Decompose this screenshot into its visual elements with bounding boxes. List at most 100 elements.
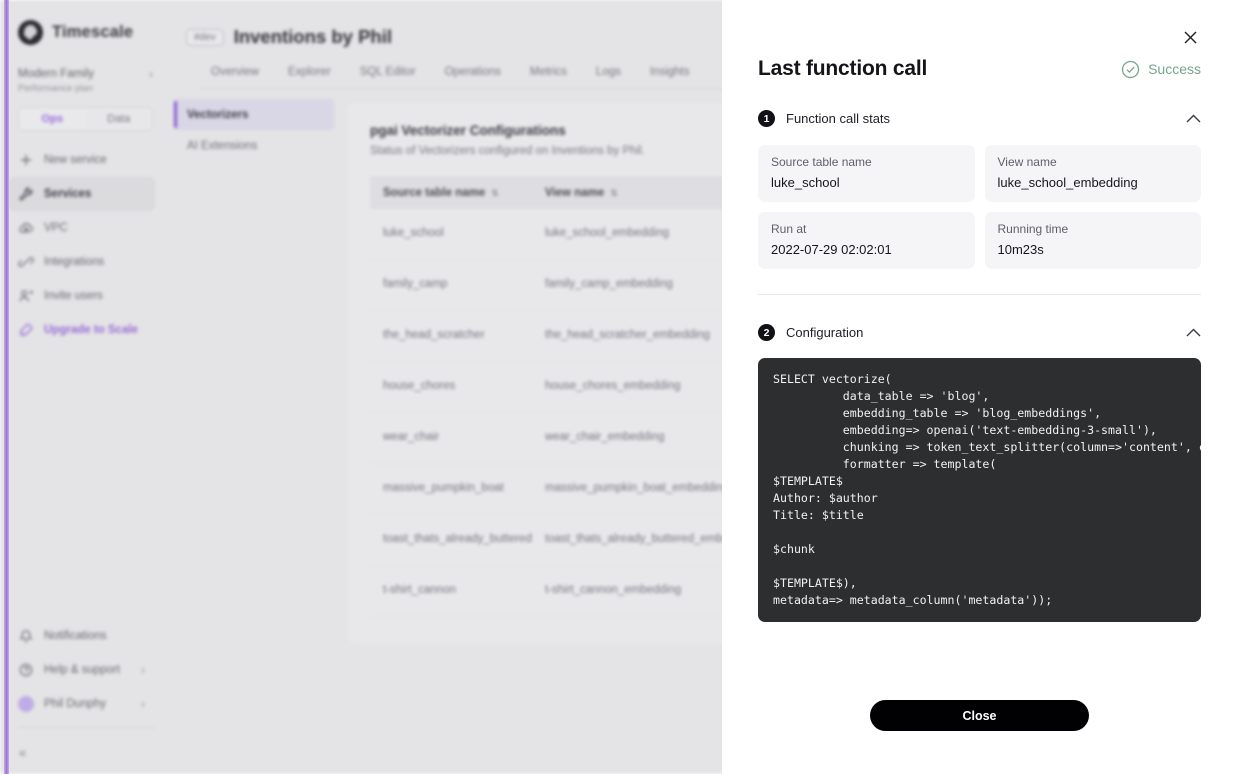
tab-sql-editor[interactable]: SQL Editor (360, 66, 416, 88)
stat-label: Run at (771, 222, 962, 236)
sidebar-divider (18, 727, 155, 728)
tab-metrics[interactable]: Metrics (530, 66, 567, 88)
tab-logs[interactable]: Logs (596, 66, 621, 88)
chevron-right-icon: › (141, 663, 145, 677)
edge-accent-bar (4, 0, 9, 774)
step-number: 2 (758, 324, 775, 341)
sidebar-item-integrations[interactable]: Integrations (9, 245, 155, 279)
cell-source-table: wear_chair (370, 430, 545, 446)
success-check-icon (1121, 60, 1140, 79)
drawer-title: Last function call (758, 57, 927, 81)
sidebar-spacer (9, 347, 164, 619)
stat-label: Source table name (771, 155, 962, 169)
sidebar-label: Services (44, 188, 91, 200)
stat-card-view-name: View name luke_school_embedding (985, 145, 1202, 202)
services-icon (18, 186, 34, 202)
cell-source-table: t-shirt_cannon (370, 583, 545, 599)
sort-icon[interactable]: ⇅ (485, 188, 499, 198)
stat-card-source-table-name: Source table name luke_school (758, 145, 975, 202)
timescale-logo-icon (18, 20, 43, 45)
stat-label: View name (998, 155, 1189, 169)
stat-value: luke_school_embedding (998, 169, 1189, 190)
help-icon (18, 662, 34, 678)
avatar (18, 696, 34, 712)
step-number: 1 (758, 110, 775, 127)
sidebar-label: Help & support (44, 664, 120, 676)
brand: Timescale (9, 0, 164, 45)
column-label: Source table name (383, 187, 485, 199)
sort-icon[interactable]: ⇅ (604, 188, 618, 198)
chevron-up-icon[interactable] (1186, 328, 1201, 337)
invite-users-icon (18, 288, 34, 304)
subnav-item-vectorizers[interactable]: Vectorizers (174, 99, 334, 130)
sidebar-label: VPC (44, 222, 68, 234)
stat-value: 10m23s (998, 236, 1189, 257)
function-call-stats-grid: Source table name luke_school View name … (758, 145, 1201, 269)
left-sidebar: Timescale Modern Family › Performance pl… (0, 0, 164, 774)
section-label: Function call stats (786, 111, 890, 126)
chevron-up-icon[interactable] (1186, 114, 1201, 123)
sidebar-item-vpc[interactable]: VPC (9, 211, 155, 245)
sidebar-label: Notifications (44, 630, 107, 642)
toggle-data[interactable]: Data (86, 108, 153, 130)
sidebar-label: Invite users (44, 290, 103, 302)
org-name: Modern Family (18, 68, 94, 80)
tab-explorer[interactable]: Explorer (288, 66, 331, 88)
sidebar-item-user-profile[interactable]: Phil Dunphy › (9, 687, 155, 721)
last-function-call-drawer: Last function call Success 1 Function ca… (722, 0, 1237, 774)
section-configuration[interactable]: 2 Configuration (758, 324, 1201, 345)
cell-source-table: toast_thats_already_buttered (370, 532, 545, 548)
chevron-right-icon: › (149, 67, 153, 81)
close-icon[interactable] (1179, 26, 1201, 48)
rocket-icon (18, 322, 34, 338)
app-root: Timescale Modern Family › Performance pl… (0, 0, 1237, 774)
stat-value: luke_school (771, 169, 962, 190)
cell-source-table: luke_school (370, 226, 545, 242)
drawer-header: Last function call Success (758, 57, 1201, 81)
column-header-source-table[interactable]: Source table name⇅ (370, 187, 545, 199)
drawer-divider (758, 294, 1201, 295)
org-switcher[interactable]: Modern Family › (9, 45, 164, 81)
cell-source-table: the_head_scratcher (370, 328, 545, 344)
sidebar-label: Phil Dunphy (44, 698, 106, 710)
org-plan: Performance plan (9, 81, 164, 94)
sidebar-item-upgrade-to-scale[interactable]: Upgrade to Scale (9, 313, 155, 347)
configuration-code-block: SELECT vectorize( data_table => 'blog', … (758, 358, 1201, 622)
sidebar-label: Integrations (44, 256, 104, 268)
chevron-right-icon: › (141, 697, 145, 711)
stat-value: 2022-07-29 02:02:01 (771, 236, 962, 257)
drawer-footer: Close (758, 700, 1201, 774)
tab-overview[interactable]: Overview (211, 66, 259, 88)
vpc-icon (18, 220, 34, 236)
collapse-sidebar-button[interactable]: « (9, 734, 164, 770)
page-title: Inventions by Phil (234, 26, 392, 48)
sidebar-item-invite-users[interactable]: Invite users (9, 279, 155, 313)
env-badge: #dev (186, 29, 224, 46)
stat-card-run-at: Run at 2022-07-29 02:02:01 (758, 212, 975, 269)
integrations-icon (18, 254, 34, 270)
sidebar-item-services[interactable]: Services (9, 177, 155, 211)
stat-label: Running time (998, 222, 1189, 236)
sidebar-nav: New service Services VPC (9, 143, 164, 347)
section-function-call-stats[interactable]: 1 Function call stats (758, 110, 1201, 131)
sidebar-item-new-service[interactable]: New service (9, 143, 155, 177)
plus-icon (18, 152, 34, 168)
tab-insights[interactable]: Insights (650, 66, 690, 88)
tab-operations[interactable]: Operations (445, 66, 501, 88)
toggle-ops[interactable]: Ops (19, 108, 86, 130)
brand-name: Timescale (52, 23, 133, 42)
status-label: Success (1148, 61, 1201, 77)
status-badge: Success (1121, 60, 1201, 79)
subnav-item-ai-extensions[interactable]: AI Extensions (174, 130, 334, 161)
column-label: View name (545, 187, 604, 199)
ops-data-toggle[interactable]: Ops Data (18, 107, 153, 131)
cell-source-table: house_chores (370, 379, 545, 395)
sidebar-label: New service (44, 154, 107, 166)
sidebar-item-help-support[interactable]: Help & support › (9, 653, 155, 687)
bell-icon (18, 628, 34, 644)
stat-card-running-time: Running time 10m23s (985, 212, 1202, 269)
sidebar-item-notifications[interactable]: Notifications (9, 619, 155, 653)
close-button[interactable]: Close (870, 700, 1089, 731)
cell-source-table: family_camp (370, 277, 545, 293)
sidebar-bottom-nav: Notifications Help & support › Phil Dunp… (9, 619, 164, 774)
